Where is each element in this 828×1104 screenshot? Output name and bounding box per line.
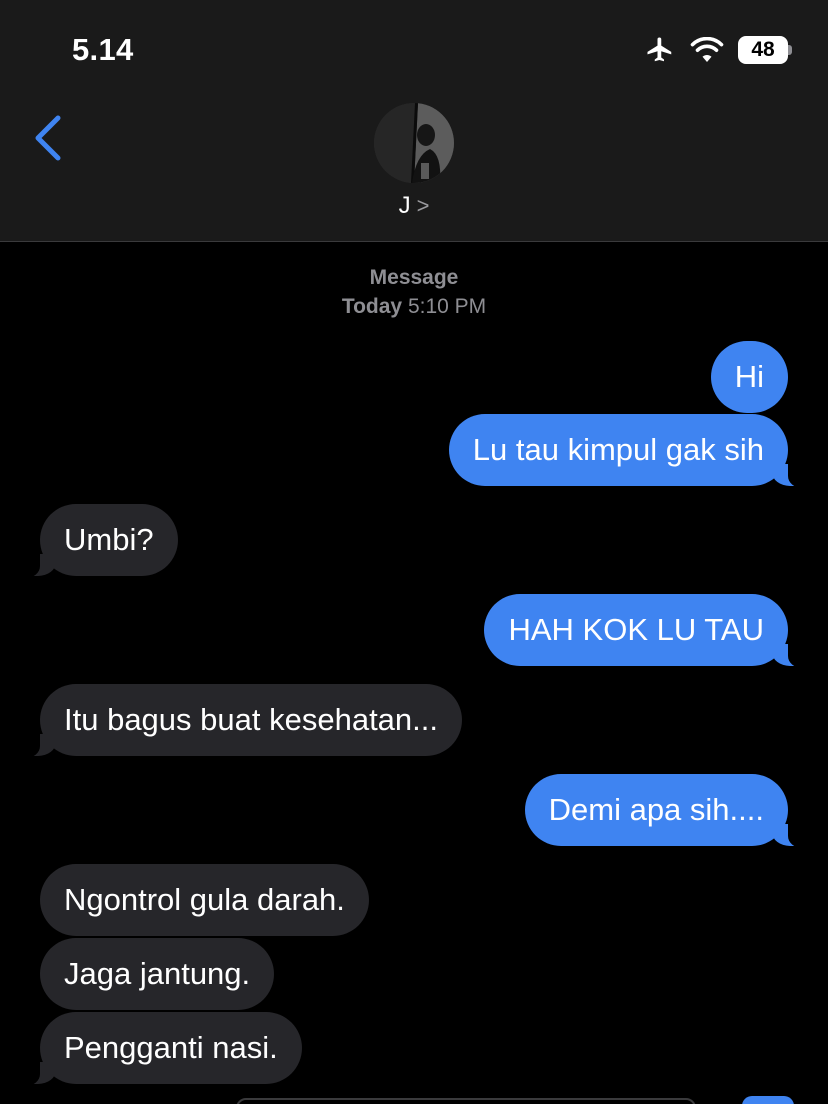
battery-level: 48 — [738, 36, 788, 64]
incoming-message[interactable]: Pengganti nasi. — [16, 1012, 302, 1086]
airplane-icon — [644, 35, 676, 65]
status-time: 5.14 — [72, 32, 134, 67]
thread-timestamp: Today 5:10 PM — [0, 295, 828, 319]
incoming-message[interactable]: Umbi? — [16, 504, 178, 578]
contact-avatar[interactable] — [374, 103, 454, 183]
wifi-icon — [690, 37, 724, 63]
avatar-photo — [374, 103, 454, 183]
message-input-field[interactable] — [236, 1098, 696, 1104]
chevron-left-icon — [35, 115, 61, 161]
incoming-message[interactable]: Jaga jantung. — [40, 938, 275, 1010]
service-label: Message — [369, 266, 459, 289]
contact-name-button[interactable]: J > — [0, 192, 828, 220]
incoming-message[interactable]: Itu bagus buat kesehatan... — [16, 684, 462, 758]
battery-icon: 48 — [738, 36, 792, 64]
outgoing-message[interactable]: Hi — [710, 341, 788, 413]
incoming-message[interactable]: Ngontrol gula darah. — [40, 864, 369, 936]
timestamp-day: Today — [341, 295, 403, 318]
contact-name: J — [398, 192, 411, 219]
chevron-right-icon: > — [416, 193, 430, 218]
messages-screen: 5.14 48 J > Message Today 5:10 PM Hi Lu … — [0, 0, 828, 1104]
outgoing-message[interactable]: Lu tau kimpul gak sih — [448, 414, 813, 488]
outgoing-message[interactable]: HAH KOK LU TAU — [484, 594, 812, 668]
timestamp-time: 5:10 PM — [407, 295, 487, 318]
status-icons: 48 — [644, 34, 792, 66]
conversation-header: 5.14 48 J > — [0, 0, 828, 242]
back-button[interactable] — [30, 112, 70, 164]
outgoing-message[interactable]: Demi apa sih.... — [524, 774, 813, 848]
battery-nub — [788, 45, 792, 55]
send-button[interactable] — [742, 1096, 794, 1104]
